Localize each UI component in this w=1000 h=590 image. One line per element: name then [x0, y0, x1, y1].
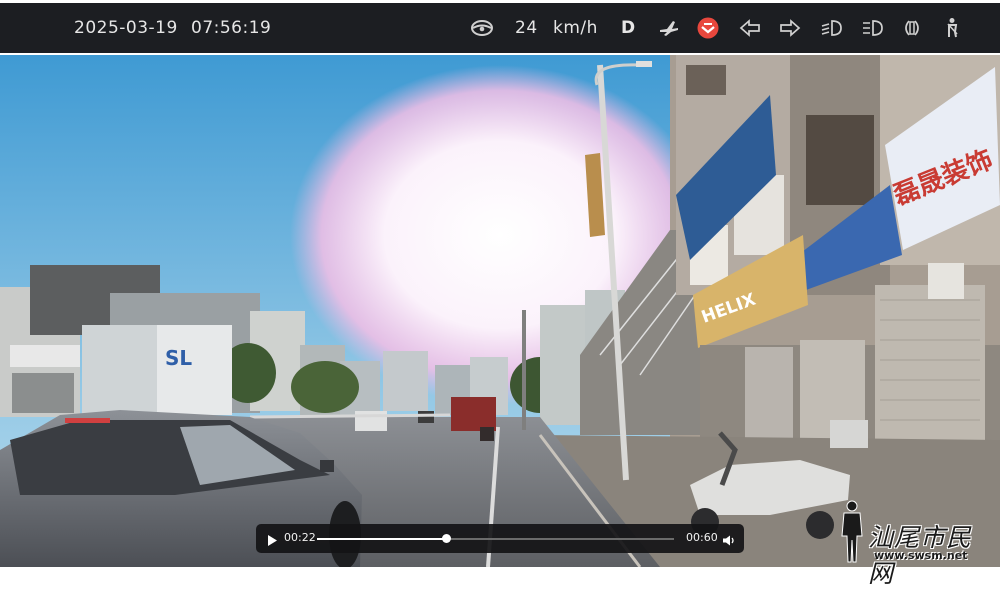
truck-logo: SL: [165, 346, 192, 370]
watermark-url: www.swsm.net: [874, 549, 968, 562]
steering-wheel-icon: [470, 16, 494, 40]
speed-value: 24: [515, 18, 538, 38]
progress-fill: [317, 538, 446, 540]
seatbelt-icon: [940, 16, 964, 40]
duration-time: 00:60: [686, 531, 718, 544]
video-player-controls: 00:22 00:60: [256, 524, 744, 553]
standing-figure-logo: [841, 500, 863, 563]
volume-button[interactable]: [722, 532, 735, 546]
dashcam-video-scene: HELIX 磊晟装饰 SL: [0, 55, 1000, 567]
progress-track[interactable]: [317, 534, 674, 543]
right-turn-signal-icon: [778, 16, 802, 40]
site-watermark: 汕尾市民网 www.swsm.net: [836, 498, 996, 588]
volume-icon: [723, 535, 734, 546]
video-frame: 2025-03-19 07:56:19 24 km/h D HELIX 磊晟装饰…: [0, 0, 1000, 588]
road-railing: [249, 413, 451, 419]
speed-camera-warning-icon: [696, 16, 720, 40]
left-turn-signal-icon: [738, 16, 762, 40]
recording-date: 2025-03-19: [74, 18, 178, 38]
parking-light-icon: [900, 16, 924, 40]
dashcam-status-bar: 2025-03-19 07:56:19 24 km/h D: [0, 3, 1000, 53]
play-icon: [268, 535, 277, 546]
low-beam-icon: [819, 16, 843, 40]
play-button[interactable]: [266, 532, 278, 546]
gear-indicator: D: [621, 18, 636, 38]
airplane-icon: [657, 16, 681, 40]
speed-unit: km/h: [553, 18, 598, 38]
recording-time: 07:56:19: [191, 18, 272, 38]
current-time: 00:22: [284, 531, 316, 544]
progress-handle[interactable]: [441, 534, 451, 543]
high-beam-icon: [860, 16, 884, 40]
